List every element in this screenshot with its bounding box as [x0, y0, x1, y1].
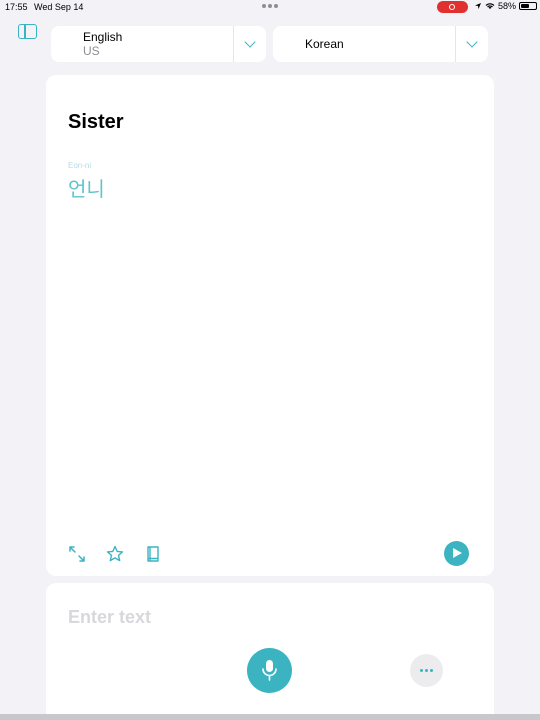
screen-recording-icon[interactable] — [437, 1, 468, 13]
source-language-variant: US — [83, 44, 100, 58]
status-indicators: 58% — [474, 1, 538, 11]
battery-percent: 58% — [498, 1, 517, 11]
status-time: 17:55 — [5, 2, 28, 12]
sidebar-toggle-icon[interactable] — [18, 24, 37, 39]
text-input[interactable] — [68, 605, 448, 629]
status-date: Wed Sep 14 — [34, 2, 84, 12]
romanization: Eon-ni — [68, 161, 92, 170]
divider — [455, 26, 456, 62]
wifi-icon — [485, 3, 495, 9]
play-button[interactable] — [444, 541, 469, 566]
chevron-down-icon[interactable] — [244, 36, 256, 48]
chevron-down-icon[interactable] — [466, 36, 478, 48]
input-card — [46, 583, 494, 720]
home-indicator — [0, 714, 540, 720]
source-language-selector[interactable]: English US — [51, 26, 266, 62]
location-icon — [475, 3, 481, 9]
status-bar: 17:55 Wed Sep 14 58% — [0, 0, 540, 14]
target-language-selector[interactable]: Korean — [273, 26, 488, 62]
source-language-name: English — [83, 30, 123, 44]
source-text: Sister — [68, 111, 124, 133]
divider — [233, 26, 234, 62]
target-language-name: Korean — [305, 37, 344, 51]
multitasking-dots-icon[interactable] — [262, 4, 278, 10]
microphone-icon — [262, 660, 277, 681]
battery-icon — [519, 2, 538, 10]
expand-icon[interactable] — [68, 545, 86, 563]
book-icon[interactable] — [144, 545, 162, 563]
more-options-button[interactable] — [410, 654, 443, 687]
translation-card: Sister Eon-ni 언니 — [46, 75, 494, 576]
microphone-button[interactable] — [247, 648, 292, 693]
translate-app: 17:55 Wed Sep 14 58% English US Korean S… — [0, 0, 540, 720]
translated-text: 언니 — [68, 179, 105, 201]
star-icon[interactable] — [106, 545, 124, 563]
